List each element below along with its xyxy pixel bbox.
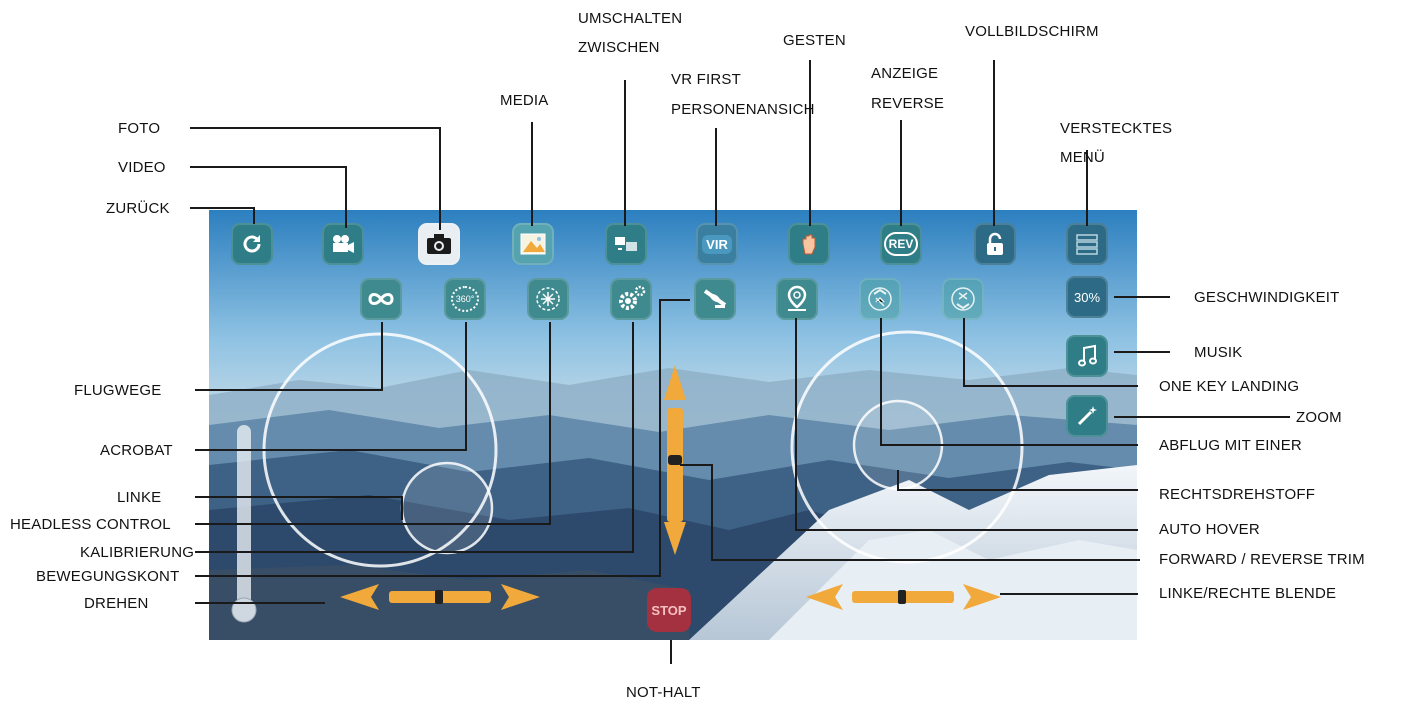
infinity-icon	[368, 293, 394, 305]
vr-button[interactable]: VIR	[696, 223, 738, 265]
music-note-icon	[1078, 344, 1097, 367]
label-headless-control: HEADLESS CONTROL	[10, 516, 171, 533]
label-vr-2: PERSONENANSICH	[671, 101, 815, 118]
label-versteckt-2: MENÜ	[1060, 149, 1105, 166]
label-anzeige-2: REVERSE	[871, 95, 945, 112]
label-one-key-landing: ONE KEY LANDING	[1159, 378, 1300, 395]
throttle-handle[interactable]	[231, 597, 257, 623]
label-foto: FOTO	[118, 120, 161, 137]
landing-icon	[951, 287, 975, 311]
label-abflug: ABFLUG MIT EINER	[1159, 437, 1302, 454]
right-trim-left-arrow[interactable]	[806, 584, 843, 610]
location-pin-icon	[787, 285, 807, 311]
label-video: VIDEO	[118, 159, 166, 176]
throttle-track[interactable]	[237, 425, 251, 620]
unlock-icon	[987, 232, 1003, 255]
motion-control-button[interactable]	[694, 278, 736, 320]
photo-button[interactable]	[418, 223, 460, 265]
trim-down-arrow[interactable]	[664, 522, 686, 555]
one-key-takeoff-button[interactable]	[859, 278, 901, 320]
left-trim-right-arrow[interactable]	[501, 584, 540, 610]
gesture-button[interactable]	[788, 223, 830, 265]
hand-icon	[802, 234, 816, 255]
fullscreen-lock-button[interactable]	[974, 223, 1016, 265]
label-kalibrierung: KALIBRIERUNG	[80, 544, 195, 561]
switch-view-button[interactable]	[605, 223, 647, 265]
label-auto-hover: AUTO HOVER	[1159, 521, 1260, 538]
label-linke-rechte-blende: LINKE/RECHTE BLENDE	[1159, 585, 1337, 602]
label-geschwindigkeit: GESCHWINDIGKEIT	[1194, 289, 1340, 306]
label-zoom: ZOOM	[1296, 409, 1342, 426]
label-anzeige-1: ANZEIGE	[871, 65, 939, 82]
label-gesten: GESTEN	[783, 32, 846, 49]
trim-up-arrow[interactable]	[664, 365, 686, 400]
image-gallery-icon	[520, 233, 546, 255]
label-umschalten-1: UMSCHALTEN	[578, 10, 683, 27]
flight-path-button[interactable]	[360, 278, 402, 320]
left-joystick-knob[interactable]	[400, 461, 494, 555]
label-umschalten-2: ZWISCHEN	[578, 39, 660, 56]
one-key-landing-button[interactable]	[942, 278, 984, 320]
stop-label: STOP	[651, 602, 687, 618]
right-trim-handle[interactable]	[898, 590, 906, 604]
emergency-stop-button[interactable]: STOP	[647, 588, 691, 632]
media-button[interactable]	[512, 223, 554, 265]
camera-icon	[427, 234, 451, 254]
label-versteckt-1: VERSTECKTES	[1060, 120, 1173, 137]
back-button[interactable]	[231, 223, 273, 265]
zoom-button[interactable]	[1066, 395, 1108, 437]
speed-label: 30%	[1073, 289, 1101, 305]
label-zurueck: ZURÜCK	[106, 200, 170, 217]
drone-tilt-icon	[703, 289, 727, 308]
right-trim-right-arrow[interactable]	[963, 584, 1001, 610]
label-vr-1: VR FIRST	[671, 71, 741, 88]
label-forward-reverse-trim: FORWARD / REVERSE TRIM	[1159, 551, 1365, 568]
music-button[interactable]	[1066, 335, 1108, 377]
label-musik: MUSIK	[1194, 344, 1243, 361]
headless-button[interactable]	[527, 278, 569, 320]
label-flugwege: FLUGWEGE	[74, 382, 162, 399]
left-trim-handle[interactable]	[435, 590, 443, 604]
label-vollbild: VOLLBILDSCHIRM	[965, 23, 1099, 40]
gear-icon	[619, 285, 646, 310]
vr-label: VIR	[702, 234, 732, 254]
label-not-halt: NOT-HALT	[626, 684, 701, 701]
rev-label: REV	[883, 232, 919, 256]
video-button[interactable]	[322, 223, 364, 265]
label-rechtsdrehstoff: RECHTSDREHSTOFF	[1159, 486, 1316, 503]
label-media: MEDIA	[500, 92, 549, 109]
headless-icon	[536, 287, 560, 311]
controller-screen: VIR REV 360° 30% STOP	[209, 210, 1137, 640]
calibration-button[interactable]	[610, 278, 652, 320]
label-linke: LINKE	[117, 489, 162, 506]
takeoff-icon	[868, 287, 892, 311]
acrobat-button[interactable]: 360°	[444, 278, 486, 320]
auto-hover-button[interactable]	[776, 278, 818, 320]
speed-button[interactable]: 30%	[1066, 276, 1108, 318]
switch-camera-icon	[615, 237, 637, 251]
label-drehen: DREHEN	[84, 595, 149, 612]
magic-wand-icon	[1077, 406, 1097, 426]
refresh-icon	[243, 235, 261, 253]
menu-list-icon	[1076, 234, 1098, 255]
joystick-layer	[231, 330, 1024, 623]
video-camera-icon	[333, 235, 354, 253]
app-control-diagram: VIR REV 360° 30% STOP FOTO VIDEO ZURÜCK …	[0, 0, 1411, 711]
label-acrobat: ACROBAT	[100, 442, 173, 459]
hidden-menu-button[interactable]	[1066, 223, 1108, 265]
label-bewegungskont: BEWEGUNGSKONT	[36, 568, 180, 585]
right-joystick-knob[interactable]	[852, 399, 944, 491]
trim-vertical-handle[interactable]	[668, 455, 682, 465]
left-trim-left-arrow[interactable]	[340, 584, 379, 610]
acrobat-label: 360°	[450, 286, 480, 312]
reverse-display-button[interactable]: REV	[880, 223, 922, 265]
